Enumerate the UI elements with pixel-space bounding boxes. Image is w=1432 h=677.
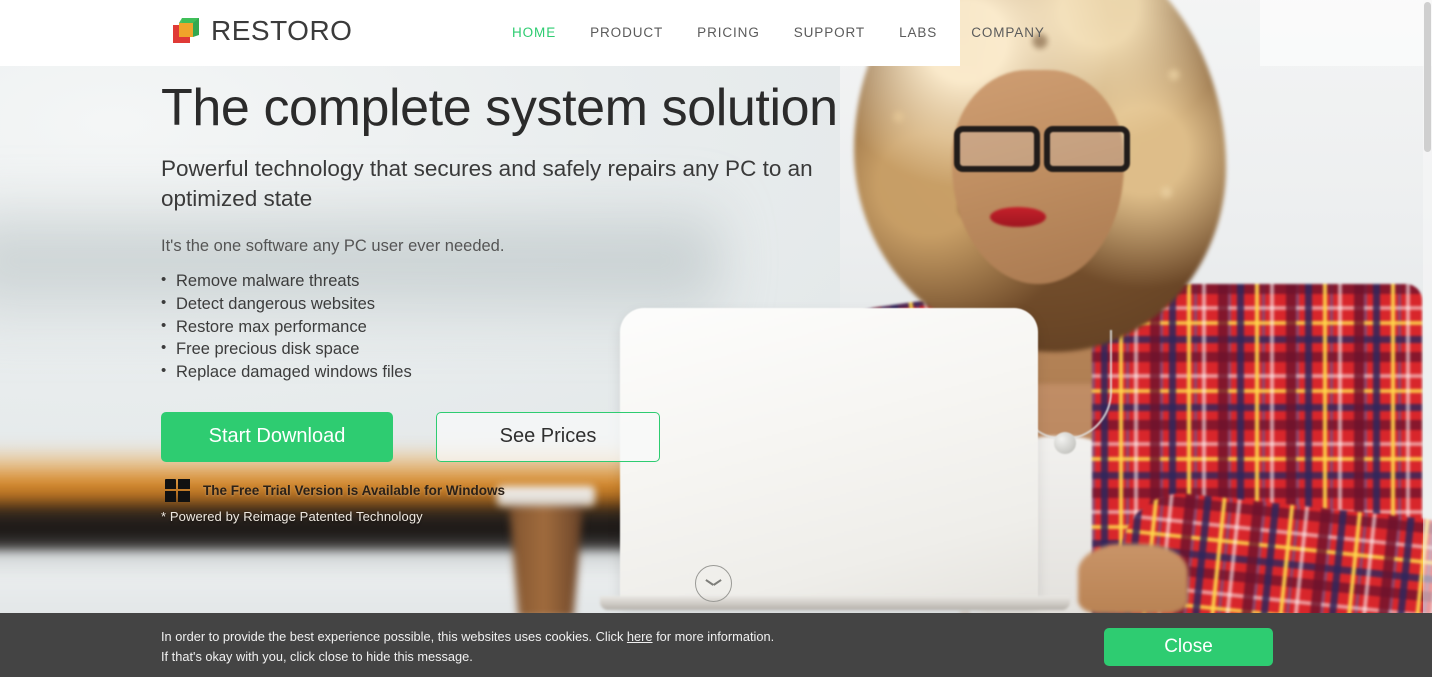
nav-item-support[interactable]: SUPPORT <box>777 25 882 40</box>
nav-item-pricing[interactable]: PRICING <box>680 25 777 40</box>
hero-subtitle: Powerful technology that secures and saf… <box>161 156 813 211</box>
nav-item-product[interactable]: PRODUCT <box>573 25 680 40</box>
brand-logo-link[interactable]: RESTORO <box>171 16 352 46</box>
brand-name: RESTORO <box>211 15 353 46</box>
hero-lead-text: It's the one software any PC user ever n… <box>161 236 505 255</box>
cube-logo-icon <box>171 16 201 46</box>
hero-section: The complete system solution Powerful te… <box>0 66 1432 613</box>
powered-by-note: * Powered by Reimage Patented Technology <box>161 508 423 524</box>
list-item: Restore max performance <box>161 315 861 339</box>
list-item: Replace damaged windows files <box>161 360 861 384</box>
hero-copy: The complete system solution Powerful te… <box>161 80 861 524</box>
nav-item-home[interactable]: HOME <box>495 25 573 40</box>
site-header: RESTORO HOME PRODUCT PRICING SUPPORT LAB… <box>0 0 1432 66</box>
start-download-button[interactable]: Start Download <box>161 411 393 462</box>
header-inner: RESTORO HOME PRODUCT PRICING SUPPORT LAB… <box>0 0 1432 66</box>
scrollbar-thumb[interactable] <box>1424 2 1431 152</box>
feature-list: Remove malware threats Detect dangerous … <box>161 269 861 384</box>
page-scrollbar[interactable] <box>1423 0 1432 613</box>
cookie-text-a: In order to provide the best experience … <box>161 629 627 644</box>
list-item: Free precious disk space <box>161 337 861 361</box>
trial-note-row: The Free Trial Version is Available for … <box>161 478 861 503</box>
nav-item-labs[interactable]: LABS <box>882 25 954 40</box>
list-item: Detect dangerous websites <box>161 292 861 316</box>
page-root: RESTORO HOME PRODUCT PRICING SUPPORT LAB… <box>0 0 1432 677</box>
cookie-message-line-1: In order to provide the best experience … <box>161 627 774 647</box>
cookie-here-link[interactable]: here <box>627 629 653 644</box>
chevron-down-icon <box>706 579 721 588</box>
trial-note-text: The Free Trial Version is Available for … <box>203 483 505 499</box>
page-title: The complete system solution <box>161 79 838 137</box>
nav-item-company[interactable]: COMPANY <box>954 25 1062 40</box>
cta-row: Start Download See Prices <box>161 411 861 462</box>
cookie-text-b: for more information. <box>652 629 775 644</box>
cookie-message-line-2: If that's okay with you, click close to … <box>161 649 473 664</box>
cookie-message: In order to provide the best experience … <box>161 627 774 667</box>
windows-logo-icon <box>165 478 190 503</box>
see-prices-button[interactable]: See Prices <box>436 411 660 462</box>
main-navigation: HOME PRODUCT PRICING SUPPORT LABS COMPAN… <box>495 25 1062 40</box>
list-item: Remove malware threats <box>161 269 861 293</box>
close-button[interactable]: Close <box>1104 628 1273 666</box>
scroll-down-button[interactable] <box>695 565 732 602</box>
